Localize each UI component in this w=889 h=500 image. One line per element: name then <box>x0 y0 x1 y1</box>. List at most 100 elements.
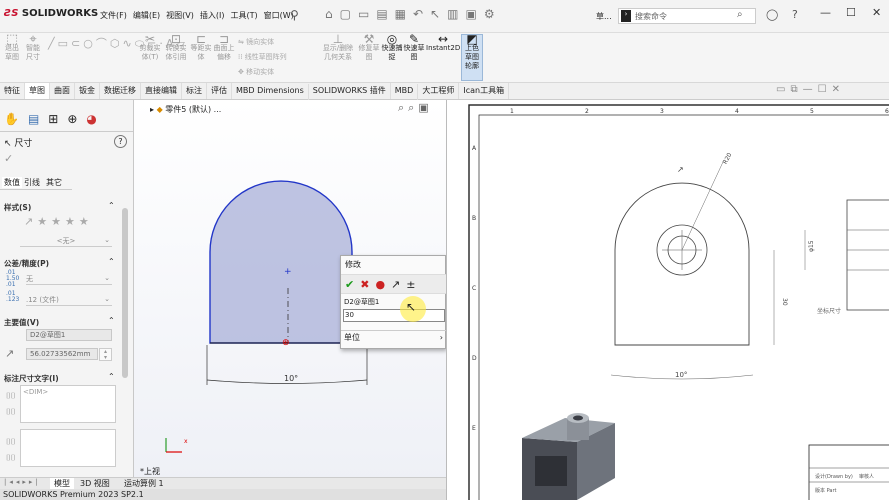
tab-sketch[interactable]: 草图 <box>25 83 50 99</box>
rebuild-traffic-light-icon[interactable]: ● <box>375 278 391 291</box>
style-star-2-icon[interactable]: ★ <box>51 215 65 228</box>
save-icon[interactable]: ▤ <box>376 7 394 21</box>
display-manager-icon[interactable]: ◕ <box>86 112 105 126</box>
pin-icon[interactable]: ⚲ <box>290 8 299 22</box>
menu-edit[interactable]: 编辑(E) <box>133 11 160 20</box>
window-close-icon[interactable]: ✕ <box>832 84 845 95</box>
collapse-primary-icon[interactable]: ⌃ <box>108 316 115 325</box>
rebuild-icon[interactable]: ▥ <box>447 7 465 21</box>
primary-value-field[interactable]: 56.02733562mm <box>26 348 98 360</box>
diameter-dim-label[interactable]: φ15 <box>808 240 815 252</box>
menu-view[interactable]: 视图(V) <box>166 11 194 20</box>
window-minimize-icon[interactable]: — <box>803 84 818 95</box>
open-icon[interactable]: ▭ <box>358 7 376 21</box>
maximize-button[interactable]: ☐ <box>846 6 856 19</box>
radius-dim-label[interactable]: R20 <box>722 152 734 166</box>
convert-entities-button[interactable]: ⊡ 转换实体引用 <box>164 33 188 62</box>
spline-icon[interactable]: ∿ <box>122 37 134 50</box>
mark-driving-icon[interactable]: ± <box>406 278 421 291</box>
restore-icon[interactable]: ▭ <box>776 84 790 95</box>
mirror-button[interactable]: ⇋ 镜向实体 <box>238 35 314 50</box>
side-view-outline[interactable] <box>846 199 889 311</box>
surface-offset-button[interactable]: ⊐ 曲面上偏移 <box>213 33 235 62</box>
tab-data-migration[interactable]: 数据迁移 <box>100 83 141 99</box>
rectangle-icon[interactable]: ▭ <box>58 37 71 50</box>
feature-manager-icon[interactable]: ✋ <box>4 112 28 126</box>
menu-tools[interactable]: 工具(T) <box>230 11 257 20</box>
print-icon[interactable]: ▦ <box>395 7 413 21</box>
circle-icon[interactable]: ○ <box>83 37 96 50</box>
new-icon[interactable]: ▢ <box>340 7 358 21</box>
search-input[interactable]: 搜索命令 <box>635 11 667 22</box>
text-below-left-icon[interactable]: ⌷⌷ <box>6 434 16 450</box>
line-icon[interactable]: ╱ <box>48 37 58 50</box>
precision-select[interactable]: .12 (文件) ⌄ <box>26 295 112 306</box>
bottom-dim-label[interactable]: 10° <box>675 371 687 379</box>
offset-entities-button[interactable]: ⊏ 等距实体 <box>190 33 212 62</box>
tab-markup[interactable]: 标注 <box>182 83 207 99</box>
dimension-label[interactable]: 10° <box>284 374 298 383</box>
unit-menu[interactable]: 单位 › <box>341 330 447 344</box>
text-above-icon[interactable]: ⌷⌷ <box>6 388 16 404</box>
graphics-area[interactable]: ▸ ◆ 零件5 (默认) ... ⌕⌕▣ + ⊕ 10° x *上视 修改 ✔✖… <box>134 100 447 488</box>
minimize-button[interactable]: — <box>820 6 831 19</box>
modify-value-input[interactable]: 30 <box>343 309 445 322</box>
solidworks-logo[interactable]: ƧS SOLIDWORKS <box>4 8 98 19</box>
first-tab-icon[interactable]: |◂ <box>4 478 16 486</box>
panel-help-icon[interactable]: ? <box>114 135 127 148</box>
tab-evaluate[interactable]: 评估 <box>207 83 232 99</box>
style-apply-icon[interactable]: ↗ <box>24 215 37 228</box>
style-star-1-icon[interactable]: ★ <box>37 215 51 228</box>
tolerance-type-select[interactable]: 无 ⌄ <box>26 274 112 285</box>
value-spinner[interactable]: ▴ ▾ <box>99 348 112 361</box>
exit-sketch-button[interactable]: ⬚ 退出草图 <box>2 33 22 62</box>
style-select[interactable]: <无> ⌄ <box>20 236 112 247</box>
accept-check-icon[interactable]: ✔ <box>345 278 360 291</box>
property-manager-icon[interactable]: ▤ <box>28 112 48 126</box>
ok-check-icon[interactable]: ✓ <box>4 152 13 165</box>
style-star-3-icon[interactable]: ★ <box>65 215 79 228</box>
tab-solidworks-addins[interactable]: SOLIDWORKS 插件 <box>309 83 391 99</box>
close-button[interactable]: ✕ <box>872 6 881 19</box>
quick-snaps-button[interactable]: ◎ 快速捕捉 <box>381 33 403 62</box>
drawing-sheet-view[interactable]: 1 2 3 4 5 6 A B C D E R20 ↗ 30 φ15 10° 坐… <box>446 100 889 500</box>
last-tab-icon[interactable]: ▸| <box>29 478 41 486</box>
dimension-text-lower[interactable] <box>20 429 116 467</box>
subtab-leaders[interactable]: 引线 <box>24 177 40 188</box>
tab-mbd[interactable]: MBD <box>391 84 419 100</box>
dimxpert-icon[interactable]: ⊕ <box>67 112 86 126</box>
tab-big-engineer[interactable]: 大工程师 <box>418 83 460 99</box>
file-props-icon[interactable]: ▣ <box>465 7 483 21</box>
relations-button[interactable]: ⊥ 显示/删除几何关系 <box>320 33 356 62</box>
menu-insert[interactable]: 插入(I) <box>200 11 225 20</box>
subtab-other[interactable]: 其它 <box>46 177 62 188</box>
trim-button[interactable]: ✂ 剪裁实体(T) <box>138 33 162 62</box>
polygon-icon[interactable]: ⬡ <box>110 37 123 50</box>
tab-ican-toolbox[interactable]: Ican工具箱 <box>459 83 510 99</box>
subtab-value[interactable]: 数值 <box>2 177 22 188</box>
dimension-text-upper[interactable]: <DIM> <box>20 385 116 423</box>
isometric-view[interactable] <box>522 413 615 500</box>
style-star-4-icon[interactable]: ★ <box>79 215 93 228</box>
smart-dimension-button[interactable]: ⌖ 智能尺寸 <box>23 33 43 62</box>
collapse-style-icon[interactable]: ⌃ <box>108 201 115 210</box>
bottom-tab-motion-study[interactable]: 运动算例 1 <box>124 478 164 489</box>
bottom-tab-3d-views[interactable]: 3D 视图 <box>80 478 110 489</box>
select-icon[interactable]: ↖ <box>430 7 447 21</box>
repair-sketch-button[interactable]: ⚒ 修复草图 <box>358 33 380 62</box>
collapse-text-icon[interactable]: ⌃ <box>108 372 115 381</box>
tab-mbd-dimensions[interactable]: MBD Dimensions <box>232 84 309 100</box>
tab-features[interactable]: 特征 <box>0 83 25 99</box>
collapse-tolerance-icon[interactable]: ⌃ <box>108 257 115 266</box>
options-icon[interactable]: ⚙ <box>484 7 502 21</box>
help-icon[interactable]: ? <box>792 8 798 21</box>
rapid-sketch-button[interactable]: ✎ 快速草图 <box>403 33 425 62</box>
search-box[interactable]: › 搜索命令 ⌕ <box>618 8 756 24</box>
bottom-tab-model[interactable]: 模型 <box>50 478 74 489</box>
tab-sheet-metal[interactable]: 钣金 <box>75 83 100 99</box>
tab-direct-editing[interactable]: 直接编辑 <box>141 83 182 99</box>
menu-file[interactable]: 文件(F) <box>100 11 127 20</box>
sketch-profile[interactable] <box>209 180 353 344</box>
height-dim-label[interactable]: 30 <box>781 298 788 306</box>
panel-scrollbar[interactable] <box>122 208 128 378</box>
